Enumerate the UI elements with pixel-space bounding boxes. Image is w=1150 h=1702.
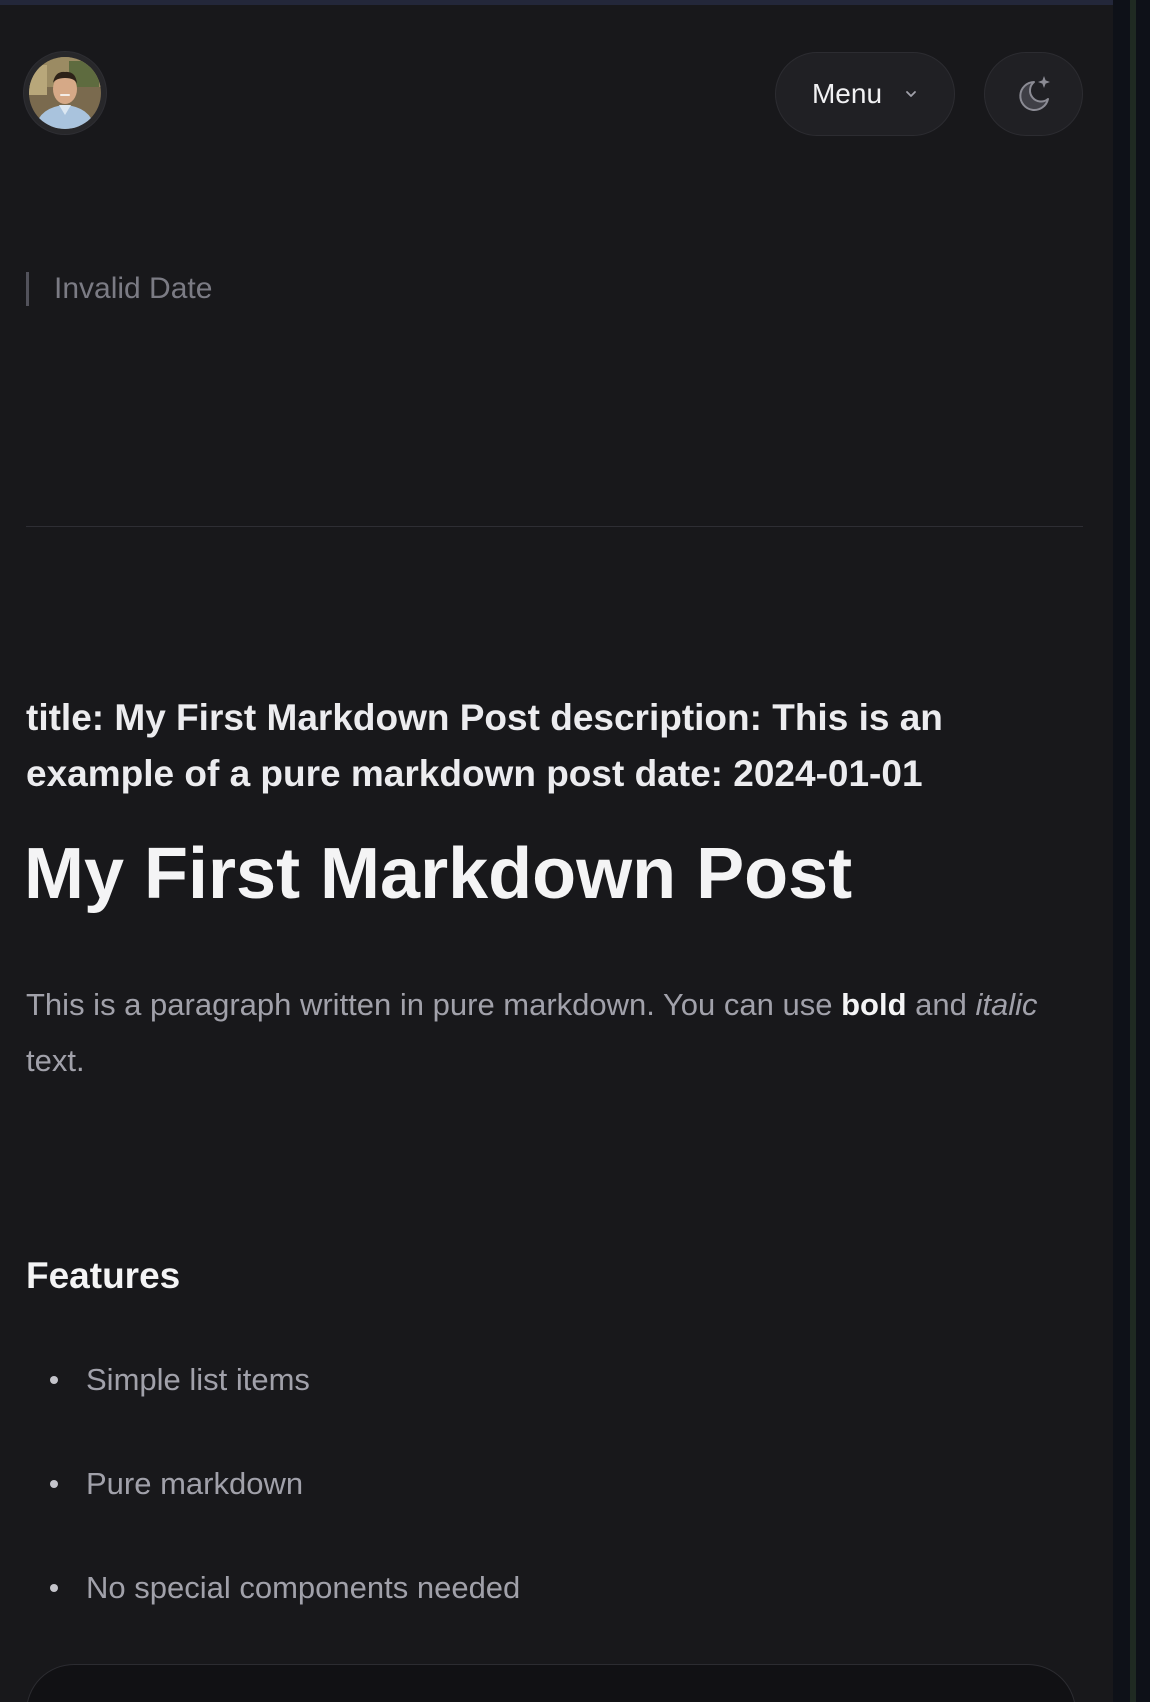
list-item: No special components needed	[26, 1560, 520, 1664]
list-item-text: Simple list items	[86, 1362, 310, 1397]
intro-paragraph: This is a paragraph written in pure mark…	[26, 977, 1086, 1089]
window-edge-stripe	[1130, 0, 1136, 1702]
bullet-icon	[50, 1480, 58, 1488]
features-list: Simple list items Pure markdown No speci…	[26, 1352, 520, 1664]
next-section-card	[26, 1664, 1076, 1702]
top-border	[0, 0, 1113, 5]
moon-sparkle-icon	[1018, 76, 1050, 111]
intro-italic: italic	[975, 987, 1038, 1022]
avatar[interactable]	[24, 52, 106, 134]
intro-text-1: This is a paragraph written in pure mark…	[26, 987, 842, 1022]
bullet-icon	[50, 1376, 58, 1384]
list-item-text: Pure markdown	[86, 1466, 304, 1501]
menu-button[interactable]: Menu	[775, 52, 955, 136]
window-edge	[1113, 0, 1150, 1702]
post-title: My First Markdown Post	[24, 834, 853, 914]
list-item: Simple list items	[26, 1352, 520, 1456]
list-item: Pure markdown	[26, 1456, 520, 1560]
divider	[26, 526, 1083, 527]
intro-bold: bold	[841, 987, 907, 1022]
features-heading: Features	[26, 1255, 181, 1296]
intro-text-3: text.	[26, 1043, 85, 1078]
page: Menu Invalid Date title: My First Markdo…	[0, 0, 1113, 1702]
menu-label: Menu	[811, 78, 883, 109]
avatar-photo	[29, 57, 101, 129]
list-item-text: No special components needed	[86, 1570, 521, 1605]
theme-toggle-button[interactable]	[984, 52, 1083, 136]
front-matter-heading: title: My First Markdown Post descriptio…	[26, 697, 943, 794]
post-date: Invalid Date	[26, 272, 212, 306]
chevron-down-icon	[906, 91, 916, 97]
bullet-icon	[50, 1584, 58, 1592]
intro-text-2: and	[906, 987, 976, 1022]
